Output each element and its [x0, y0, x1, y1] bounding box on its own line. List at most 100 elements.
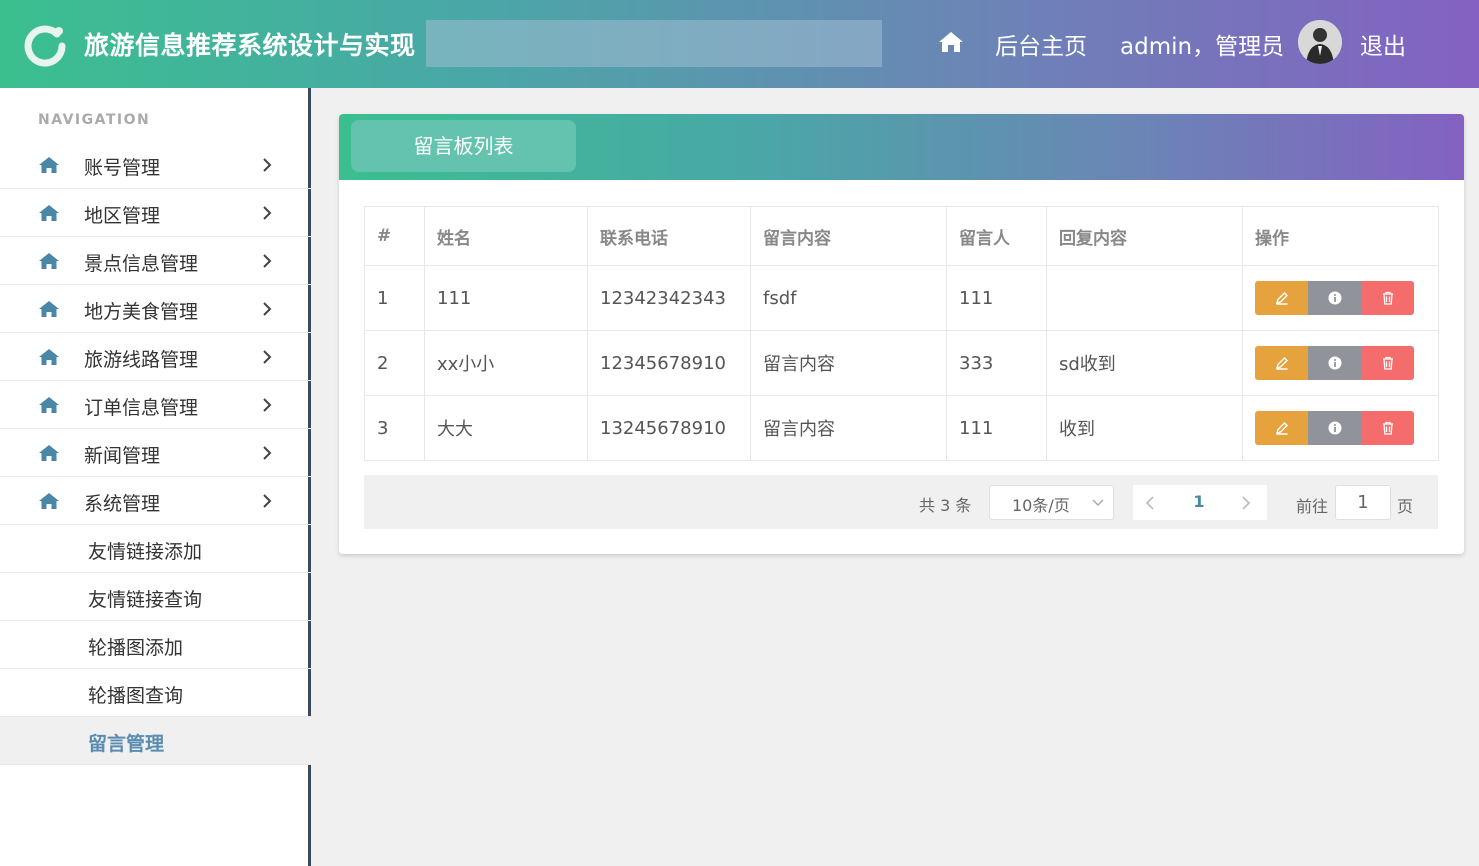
home-icon	[39, 253, 59, 269]
chevron-right-icon	[263, 350, 272, 364]
chevron-right-icon	[263, 398, 272, 412]
logo-icon	[24, 25, 66, 67]
sidebar-subitem-label: 友情链接查询	[88, 589, 203, 611]
page-number-current[interactable]: 1	[1183, 492, 1215, 511]
nav-heading: NAVIGATION	[38, 112, 151, 128]
nav-list: 账号管理 地区管理 景点信息管理 地方美食管理 旅游线路管理 订单信息管理 新闻…	[0, 141, 311, 765]
edit-icon	[1275, 422, 1288, 435]
page-size-select[interactable]: 10条/页	[989, 485, 1114, 520]
edit-button[interactable]	[1255, 411, 1308, 445]
sidebar-subitem-label: 留言管理	[88, 733, 165, 755]
cell-actions	[1242, 265, 1439, 331]
cell-content: 留言内容	[750, 330, 947, 396]
home-icon	[39, 205, 59, 221]
info-button[interactable]	[1308, 346, 1361, 380]
edit-button[interactable]	[1255, 346, 1308, 380]
table-row: 2 xx小小 12345678910 留言内容 333 sd收到	[364, 330, 1439, 396]
sidebar-item-label: 地区管理	[84, 205, 161, 227]
cell-phone: 12342342343	[587, 265, 751, 331]
info-button[interactable]	[1308, 281, 1361, 315]
goto-page-input[interactable]	[1335, 485, 1391, 520]
table-header-row: # 姓名 联系电话 留言内容 留言人 回复内容 操作	[364, 206, 1439, 266]
sidebar-item-label: 账号管理	[84, 157, 161, 179]
home-link[interactable]: 后台主页	[995, 27, 1087, 61]
home-icon[interactable]	[938, 31, 964, 53]
home-icon	[39, 157, 59, 173]
sidebar-subitem-carousel-query[interactable]: 轮播图查询	[0, 669, 311, 717]
sidebar-item-label: 地方美食管理	[84, 301, 199, 323]
sidebar-subitem-carousel-add[interactable]: 轮播图添加	[0, 621, 311, 669]
sidebar-subitem-label: 轮播图查询	[88, 685, 184, 707]
cell-author: 333	[946, 330, 1047, 396]
sidebar-item-region[interactable]: 地区管理	[0, 189, 311, 237]
home-icon	[39, 349, 59, 365]
cell-name: 大大	[424, 395, 588, 461]
column-header: 回复内容	[1046, 206, 1243, 266]
cell-reply: 收到	[1046, 395, 1243, 461]
chevron-left-icon[interactable]	[1145, 496, 1155, 510]
sidebar-item-label: 旅游线路管理	[84, 349, 199, 371]
table-row: 3 大大 13245678910 留言内容 111 收到	[364, 395, 1439, 461]
cell-phone: 12345678910	[587, 330, 751, 396]
column-header: 操作	[1242, 206, 1439, 266]
sidebar-subitem-label: 友情链接添加	[88, 541, 203, 563]
column-header: 姓名	[424, 206, 588, 266]
sidebar-item-account[interactable]: 账号管理	[0, 141, 311, 189]
tab-message-list[interactable]: 留言板列表	[351, 120, 576, 172]
home-icon	[39, 397, 59, 413]
delete-button[interactable]	[1361, 411, 1414, 445]
column-header: 留言内容	[750, 206, 947, 266]
cell-actions	[1242, 330, 1439, 396]
cell-name: xx小小	[424, 330, 588, 396]
info-icon	[1328, 291, 1341, 305]
column-header: 联系电话	[587, 206, 751, 266]
sidebar-subitem-link-add[interactable]: 友情链接添加	[0, 525, 311, 573]
sidebar-item-food[interactable]: 地方美食管理	[0, 285, 311, 333]
message-table: # 姓名 联系电话 留言内容 留言人 回复内容 操作 1 111 1234234…	[364, 206, 1439, 461]
sidebar-item-routes[interactable]: 旅游线路管理	[0, 333, 311, 381]
info-button[interactable]	[1308, 411, 1361, 445]
sidebar-item-attractions[interactable]: 景点信息管理	[0, 237, 311, 285]
cell-reply	[1046, 265, 1243, 331]
home-icon	[39, 445, 59, 461]
chevron-right-icon	[263, 494, 272, 508]
cell-actions	[1242, 395, 1439, 461]
cell-content: fsdf	[750, 265, 947, 331]
cell-phone: 13245678910	[587, 395, 751, 461]
sidebar-item-label: 订单信息管理	[84, 397, 199, 419]
chevron-right-icon	[263, 206, 272, 220]
avatar[interactable]	[1298, 20, 1342, 64]
sidebar-item-orders[interactable]: 订单信息管理	[0, 381, 311, 429]
edit-icon	[1275, 357, 1288, 370]
column-header: 留言人	[946, 206, 1047, 266]
cell-index: 2	[364, 330, 425, 396]
chevron-right-icon	[263, 446, 272, 460]
chevron-right-icon[interactable]	[1241, 496, 1251, 510]
info-icon	[1328, 356, 1341, 370]
edit-icon	[1275, 292, 1288, 305]
cell-reply: sd收到	[1046, 330, 1243, 396]
sidebar-item-label: 系统管理	[84, 493, 161, 515]
sidebar-item-news[interactable]: 新闻管理	[0, 429, 311, 477]
cell-index: 3	[364, 395, 425, 461]
page-size-value: 10条/页	[1012, 496, 1070, 515]
column-header: #	[364, 206, 425, 266]
goto-suffix: 页	[1397, 497, 1414, 516]
cell-index: 1	[364, 265, 425, 331]
edit-button[interactable]	[1255, 281, 1308, 315]
sidebar-subitem-messages[interactable]: 留言管理	[0, 717, 311, 765]
sidebar-subitem-label: 轮播图添加	[88, 637, 184, 659]
sidebar-subitem-link-query[interactable]: 友情链接查询	[0, 573, 311, 621]
panel-header: 留言板列表	[339, 114, 1464, 180]
action-button-group	[1255, 411, 1438, 445]
action-button-group	[1255, 281, 1438, 315]
chevron-down-icon	[1092, 499, 1104, 507]
app-title: 旅游信息推荐系统设计与实现	[84, 31, 416, 60]
title-search-box[interactable]	[426, 20, 882, 67]
logout-link[interactable]: 退出	[1360, 27, 1406, 61]
delete-button[interactable]	[1361, 346, 1414, 380]
cell-author: 111	[946, 395, 1047, 461]
chevron-right-icon	[263, 158, 272, 172]
sidebar-item-system[interactable]: 系统管理	[0, 477, 311, 525]
delete-button[interactable]	[1361, 281, 1414, 315]
